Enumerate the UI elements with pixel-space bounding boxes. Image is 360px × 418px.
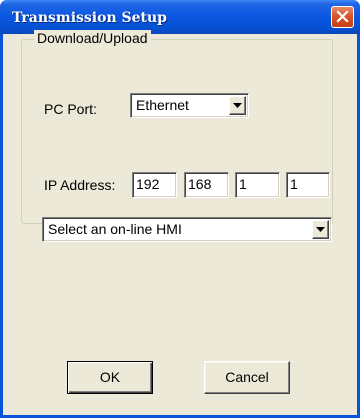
group-title: Download/Upload	[34, 30, 151, 46]
cancel-button[interactable]: Cancel	[204, 361, 290, 394]
close-icon	[336, 10, 349, 23]
window-title: Transmission Setup	[12, 10, 167, 26]
pc-port-dropdown[interactable]: Ethernet	[130, 93, 249, 118]
title-bar[interactable]: Transmission Setup	[0, 0, 360, 34]
pc-port-label: PC Port:	[44, 101, 97, 117]
hmi-select-dropdown[interactable]: Select an on-line HMI	[42, 217, 332, 242]
ip-octet-3-input[interactable]: 1	[235, 172, 280, 198]
hmi-select-dropdown-arrow[interactable]	[312, 220, 329, 239]
pc-port-dropdown-arrow[interactable]	[229, 96, 246, 115]
ip-octet-1-input[interactable]: 192	[132, 172, 177, 198]
pc-port-value: Ethernet	[136, 97, 189, 113]
hmi-select-value: Select an on-line HMI	[48, 221, 182, 237]
transmission-setup-dialog: Transmission Setup Download/Upload PC Po…	[0, 0, 360, 418]
chevron-down-icon	[316, 227, 325, 232]
ip-octet-2-input[interactable]: 168	[184, 172, 229, 198]
close-button[interactable]	[331, 6, 354, 28]
ip-octet-4-input[interactable]: 1	[286, 172, 330, 198]
chevron-down-icon	[233, 103, 242, 108]
ip-address-label: IP Address:	[44, 177, 116, 193]
ok-button[interactable]: OK	[67, 361, 153, 394]
